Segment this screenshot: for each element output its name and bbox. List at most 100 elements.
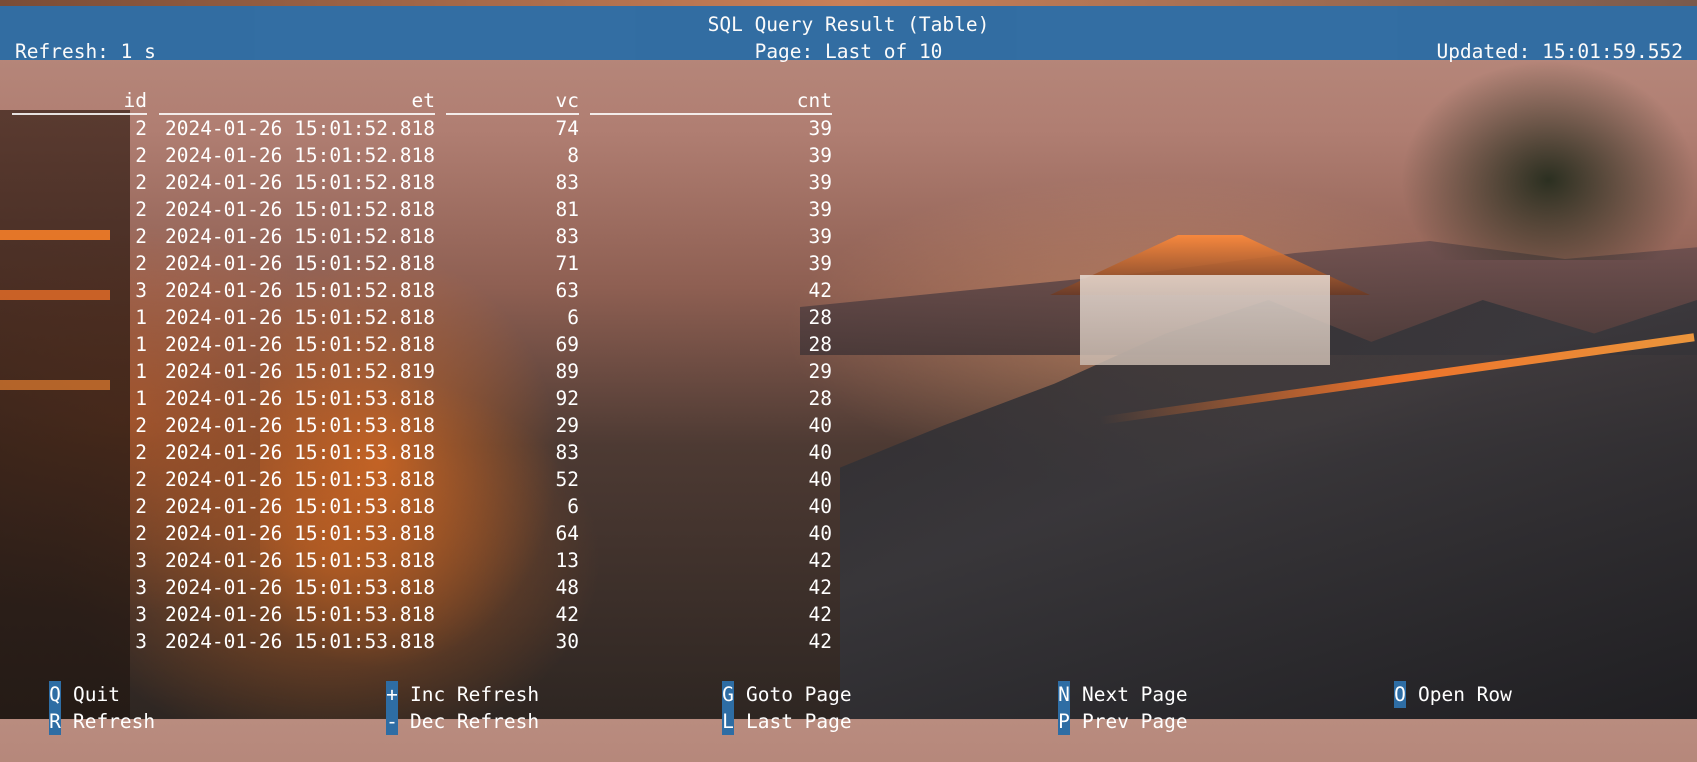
cell-vc: 29 [555, 414, 579, 437]
hint-refresh[interactable]: R Refresh [2, 681, 155, 735]
cell-id: 3 [135, 549, 147, 572]
cell-et: 2024-01-26 15:01:52.818 [164, 198, 435, 221]
cell-vc: 71 [555, 252, 579, 275]
cell-id: 2 [135, 198, 147, 221]
cell-et: 2024-01-26 15:01:52.818 [164, 252, 435, 275]
background-trees [1400, 60, 1697, 260]
cell-et: 2024-01-26 15:01:53.818 [164, 630, 435, 653]
cell-cnt: 40 [808, 522, 832, 545]
cell-id: 2 [135, 441, 147, 464]
cell-et: 2024-01-26 15:01:53.818 [164, 495, 435, 518]
cell-et: 2024-01-26 15:01:53.818 [164, 414, 435, 437]
hint-key: O [1393, 681, 1406, 708]
cell-vc: 13 [555, 549, 579, 572]
cell-cnt: 42 [808, 279, 832, 302]
column-header-vc: vc [446, 88, 579, 115]
cell-vc: 74 [555, 117, 579, 140]
column-header-et: et [159, 88, 435, 115]
cell-vc: 69 [555, 333, 579, 356]
cell-id: 2 [135, 414, 147, 437]
cell-vc: 42 [555, 603, 579, 626]
cell-cnt: 40 [808, 495, 832, 518]
cell-vc: 6 [567, 495, 579, 518]
cell-cnt: 39 [808, 171, 832, 194]
cell-id: 2 [135, 495, 147, 518]
cell-vc: 48 [555, 576, 579, 599]
cell-vc: 30 [555, 630, 579, 653]
cell-cnt: 39 [808, 117, 832, 140]
hint-inc-refresh[interactable]: + Inc Refresh [339, 654, 539, 708]
hint-key: - [385, 708, 398, 735]
cell-id: 3 [135, 630, 147, 653]
cell-et: 2024-01-26 15:01:52.818 [164, 279, 435, 302]
cell-id: 1 [135, 333, 147, 356]
hint-label: Last Page [745, 710, 852, 733]
cell-cnt: 28 [808, 387, 832, 410]
cell-vc: 63 [555, 279, 579, 302]
cell-cnt: 42 [808, 630, 832, 653]
cell-vc: 83 [555, 441, 579, 464]
hint-label: Refresh [72, 710, 156, 733]
cell-et: 2024-01-26 15:01:53.818 [164, 522, 435, 545]
cell-et: 2024-01-26 15:01:53.818 [164, 576, 435, 599]
updated-timestamp: Updated: 15:01:59.552 [1436, 40, 1683, 63]
hint-open-row[interactable]: O Open Row [1347, 654, 1512, 708]
cell-cnt: 29 [808, 360, 832, 383]
hint-goto-page[interactable]: G Goto Page [675, 654, 852, 708]
cell-vc: 81 [555, 198, 579, 221]
cell-et: 2024-01-26 15:01:52.819 [164, 360, 435, 383]
column-header-id: id [12, 88, 147, 115]
cell-cnt: 39 [808, 198, 832, 221]
cell-vc: 6 [567, 306, 579, 329]
cell-et: 2024-01-26 15:01:53.818 [164, 468, 435, 491]
cell-et: 2024-01-26 15:01:52.818 [164, 333, 435, 356]
cell-id: 3 [135, 279, 147, 302]
background-house [1080, 275, 1330, 365]
cell-id: 2 [135, 522, 147, 545]
cell-id: 1 [135, 306, 147, 329]
hint-dec-refresh[interactable]: - Dec Refresh [339, 681, 539, 735]
hint-quit[interactable]: Q Quit [2, 654, 120, 708]
cell-id: 2 [135, 171, 147, 194]
hint-key: R [48, 708, 61, 735]
cell-et: 2024-01-26 15:01:53.818 [164, 603, 435, 626]
hint-prev-page[interactable]: P Prev Page [1011, 681, 1188, 735]
hint-key: P [1057, 708, 1070, 735]
cell-id: 2 [135, 468, 147, 491]
cell-cnt: 40 [808, 468, 832, 491]
cell-id: 2 [135, 225, 147, 248]
cell-et: 2024-01-26 15:01:52.818 [164, 144, 435, 167]
cell-vc: 83 [555, 225, 579, 248]
cell-et: 2024-01-26 15:01:53.818 [164, 441, 435, 464]
cell-vc: 92 [555, 387, 579, 410]
page-title: SQL Query Result (Table) [707, 13, 990, 36]
hint-last-page[interactable]: L Last Page [675, 681, 852, 735]
cell-et: 2024-01-26 15:01:52.818 [164, 171, 435, 194]
cell-id: 1 [135, 387, 147, 410]
column-header-cnt: cnt [590, 88, 832, 115]
cell-et: 2024-01-26 15:01:53.818 [164, 387, 435, 410]
cell-vc: 83 [555, 171, 579, 194]
hint-label: Dec Refresh [409, 710, 540, 733]
cell-vc: 89 [555, 360, 579, 383]
cell-cnt: 40 [808, 441, 832, 464]
cell-et: 2024-01-26 15:01:53.818 [164, 549, 435, 572]
cell-vc: 52 [555, 468, 579, 491]
cell-cnt: 28 [808, 333, 832, 356]
header-bar: SQL Query Result (Table) Refresh: 1 s Pa… [0, 6, 1697, 63]
cell-id: 3 [135, 576, 147, 599]
cell-id: 2 [135, 252, 147, 275]
cell-id: 3 [135, 603, 147, 626]
cell-cnt: 42 [808, 576, 832, 599]
hint-label: Open Row [1417, 683, 1512, 706]
hint-next-page[interactable]: N Next Page [1011, 654, 1188, 708]
cell-id: 2 [135, 117, 147, 140]
cell-cnt: 39 [808, 252, 832, 275]
key-hints-bar: Q Quit R Refresh + Inc Refresh - Dec Refresh… [0, 654, 1697, 735]
cell-cnt: 42 [808, 549, 832, 572]
cell-et: 2024-01-26 15:01:52.818 [164, 306, 435, 329]
cell-vc: 8 [567, 144, 579, 167]
cell-et: 2024-01-26 15:01:52.818 [164, 117, 435, 140]
cell-cnt: 39 [808, 225, 832, 248]
cell-cnt: 40 [808, 414, 832, 437]
